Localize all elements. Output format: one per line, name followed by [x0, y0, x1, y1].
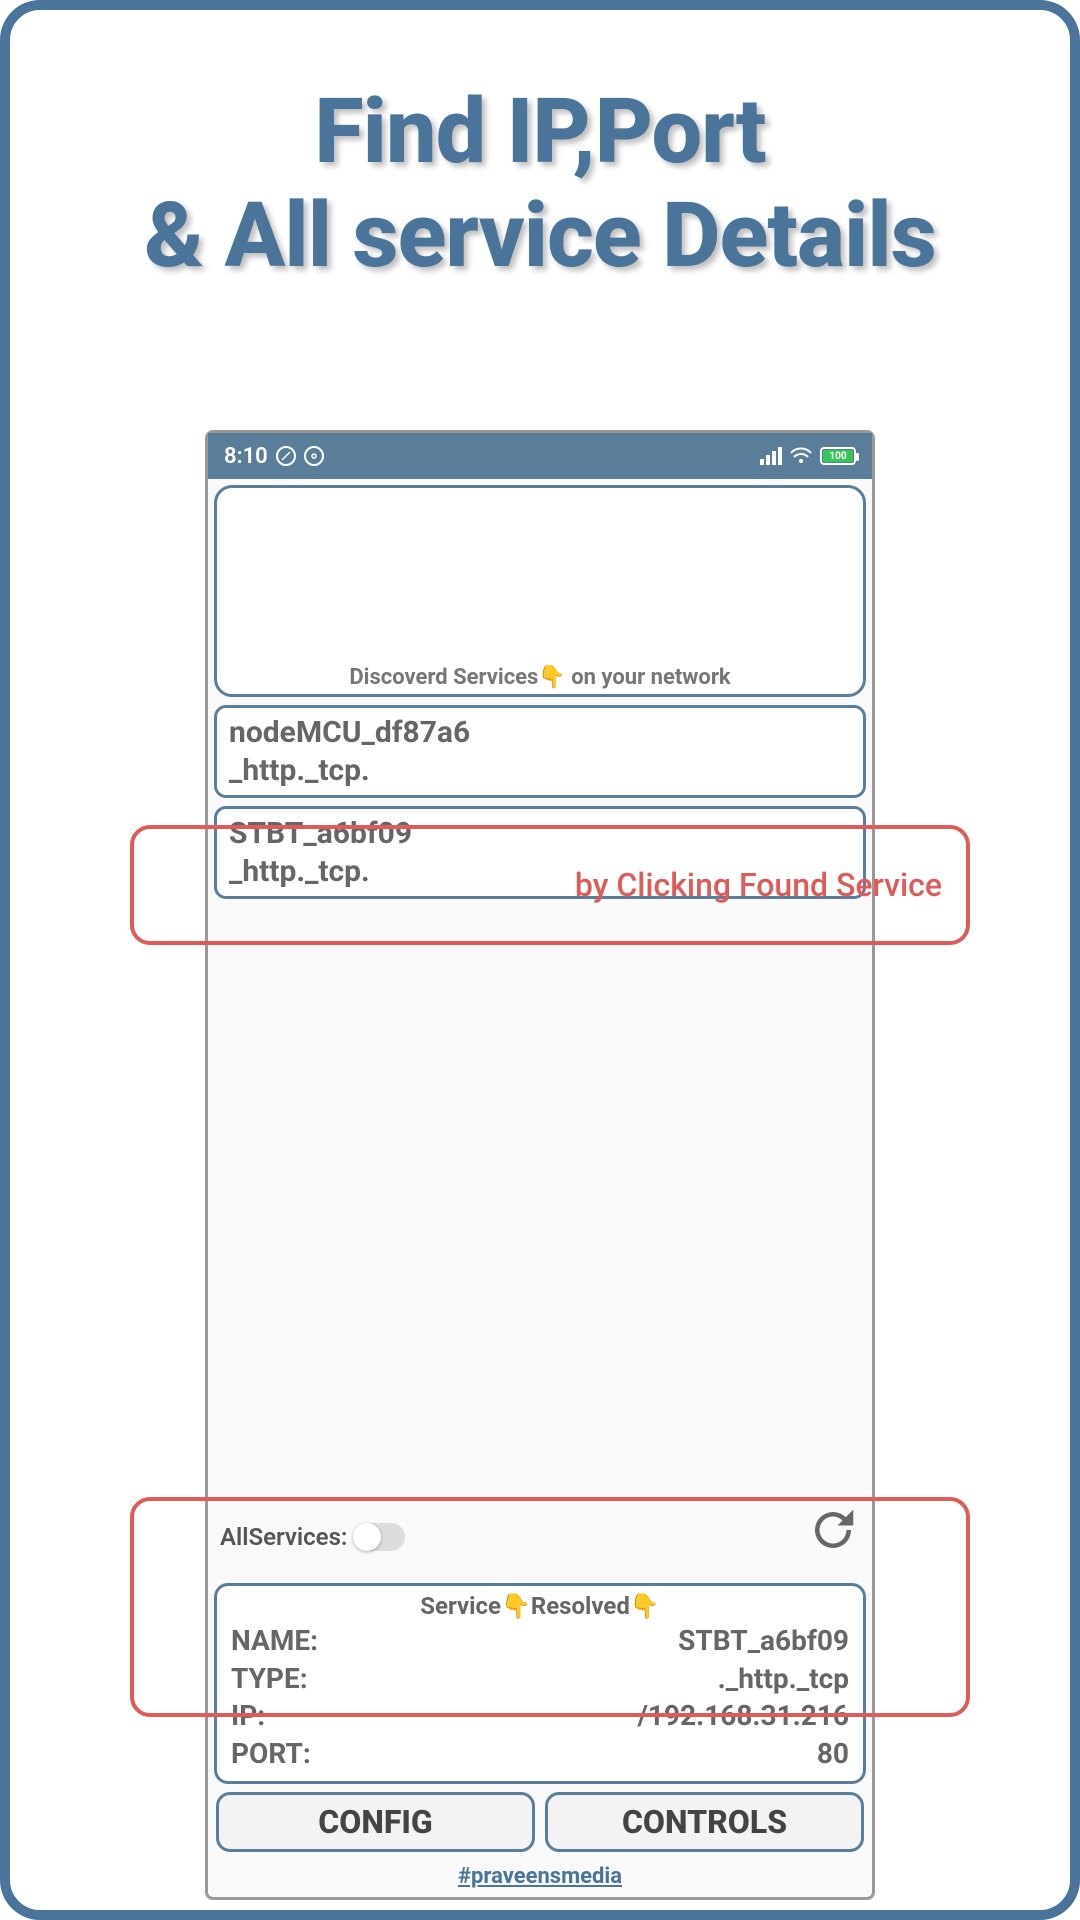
battery-icon: 100	[820, 447, 856, 465]
service-name: STBT_a6bf09	[229, 815, 851, 853]
status-bar: 8:10	[208, 433, 872, 479]
headline-line-2: & All service Details	[10, 184, 1070, 288]
status-left: 8:10	[224, 444, 324, 469]
headline-line-1: Find IP,Port	[10, 80, 1070, 184]
discovered-header-card: Discoverd Services👇 on your network	[214, 485, 866, 697]
status-time: 8:10	[224, 444, 268, 469]
signal-icon	[760, 447, 782, 465]
resolved-value: /192.168.31.216	[638, 1697, 849, 1735]
resolved-value: 80	[817, 1735, 849, 1773]
allservices-row: AllServices:	[214, 1503, 866, 1575]
config-button[interactable]: CONFIG	[216, 1792, 535, 1852]
resolved-key: TYPE:	[231, 1660, 308, 1698]
service-type: _http._tcp.	[229, 752, 851, 790]
service-item[interactable]: nodeMCU_df87a6 _http._tcp.	[214, 705, 866, 798]
discovered-header-label: Discoverd Services👇 on your network	[217, 665, 863, 690]
resolved-key: IP:	[231, 1697, 265, 1735]
footer-link[interactable]: #praveensmedia	[214, 1860, 866, 1891]
resolved-value: STBT_a6bf09	[678, 1622, 849, 1660]
allservices-label: AllServices:	[220, 1523, 347, 1551]
service-type: _http._tcp.	[229, 853, 851, 891]
service-name: nodeMCU_df87a6	[229, 714, 851, 752]
empty-space: AllServices:	[214, 907, 866, 1575]
toggle-knob	[353, 1523, 381, 1551]
phone-mockup: 8:10	[205, 430, 875, 1900]
status-right: 100	[760, 447, 856, 465]
resolved-row: PORT: 80	[231, 1735, 849, 1773]
headline: Find IP,Port & All service Details	[10, 10, 1070, 287]
app-body: Discoverd Services👇 on your network node…	[208, 479, 872, 1897]
promo-frame: Find IP,Port & All service Details 8:10	[0, 0, 1080, 1920]
resolved-value: ._http._tcp	[718, 1660, 849, 1698]
resolved-row: TYPE: ._http._tcp	[231, 1660, 849, 1698]
resolved-row: IP: /192.168.31.216	[231, 1697, 849, 1735]
allservices-toggle[interactable]	[353, 1523, 405, 1551]
battery-level: 100	[829, 451, 846, 462]
wifi-icon	[790, 447, 812, 465]
resolved-key: NAME:	[231, 1622, 318, 1660]
resolved-key: PORT:	[231, 1735, 311, 1773]
controls-button[interactable]: CONTROLS	[545, 1792, 864, 1852]
dnd-icon	[276, 446, 296, 466]
resolved-card: Service👇Resolved👇 NAME: STBT_a6bf09 TYPE…	[214, 1583, 866, 1784]
resolved-title: Service👇Resolved👇	[231, 1592, 849, 1620]
refresh-icon[interactable]	[806, 1503, 860, 1557]
bottom-buttons: CONFIG CONTROLS	[214, 1792, 866, 1852]
resolved-row: NAME: STBT_a6bf09	[231, 1622, 849, 1660]
status-circle-icon	[304, 446, 324, 466]
service-item[interactable]: STBT_a6bf09 _http._tcp.	[214, 806, 866, 899]
